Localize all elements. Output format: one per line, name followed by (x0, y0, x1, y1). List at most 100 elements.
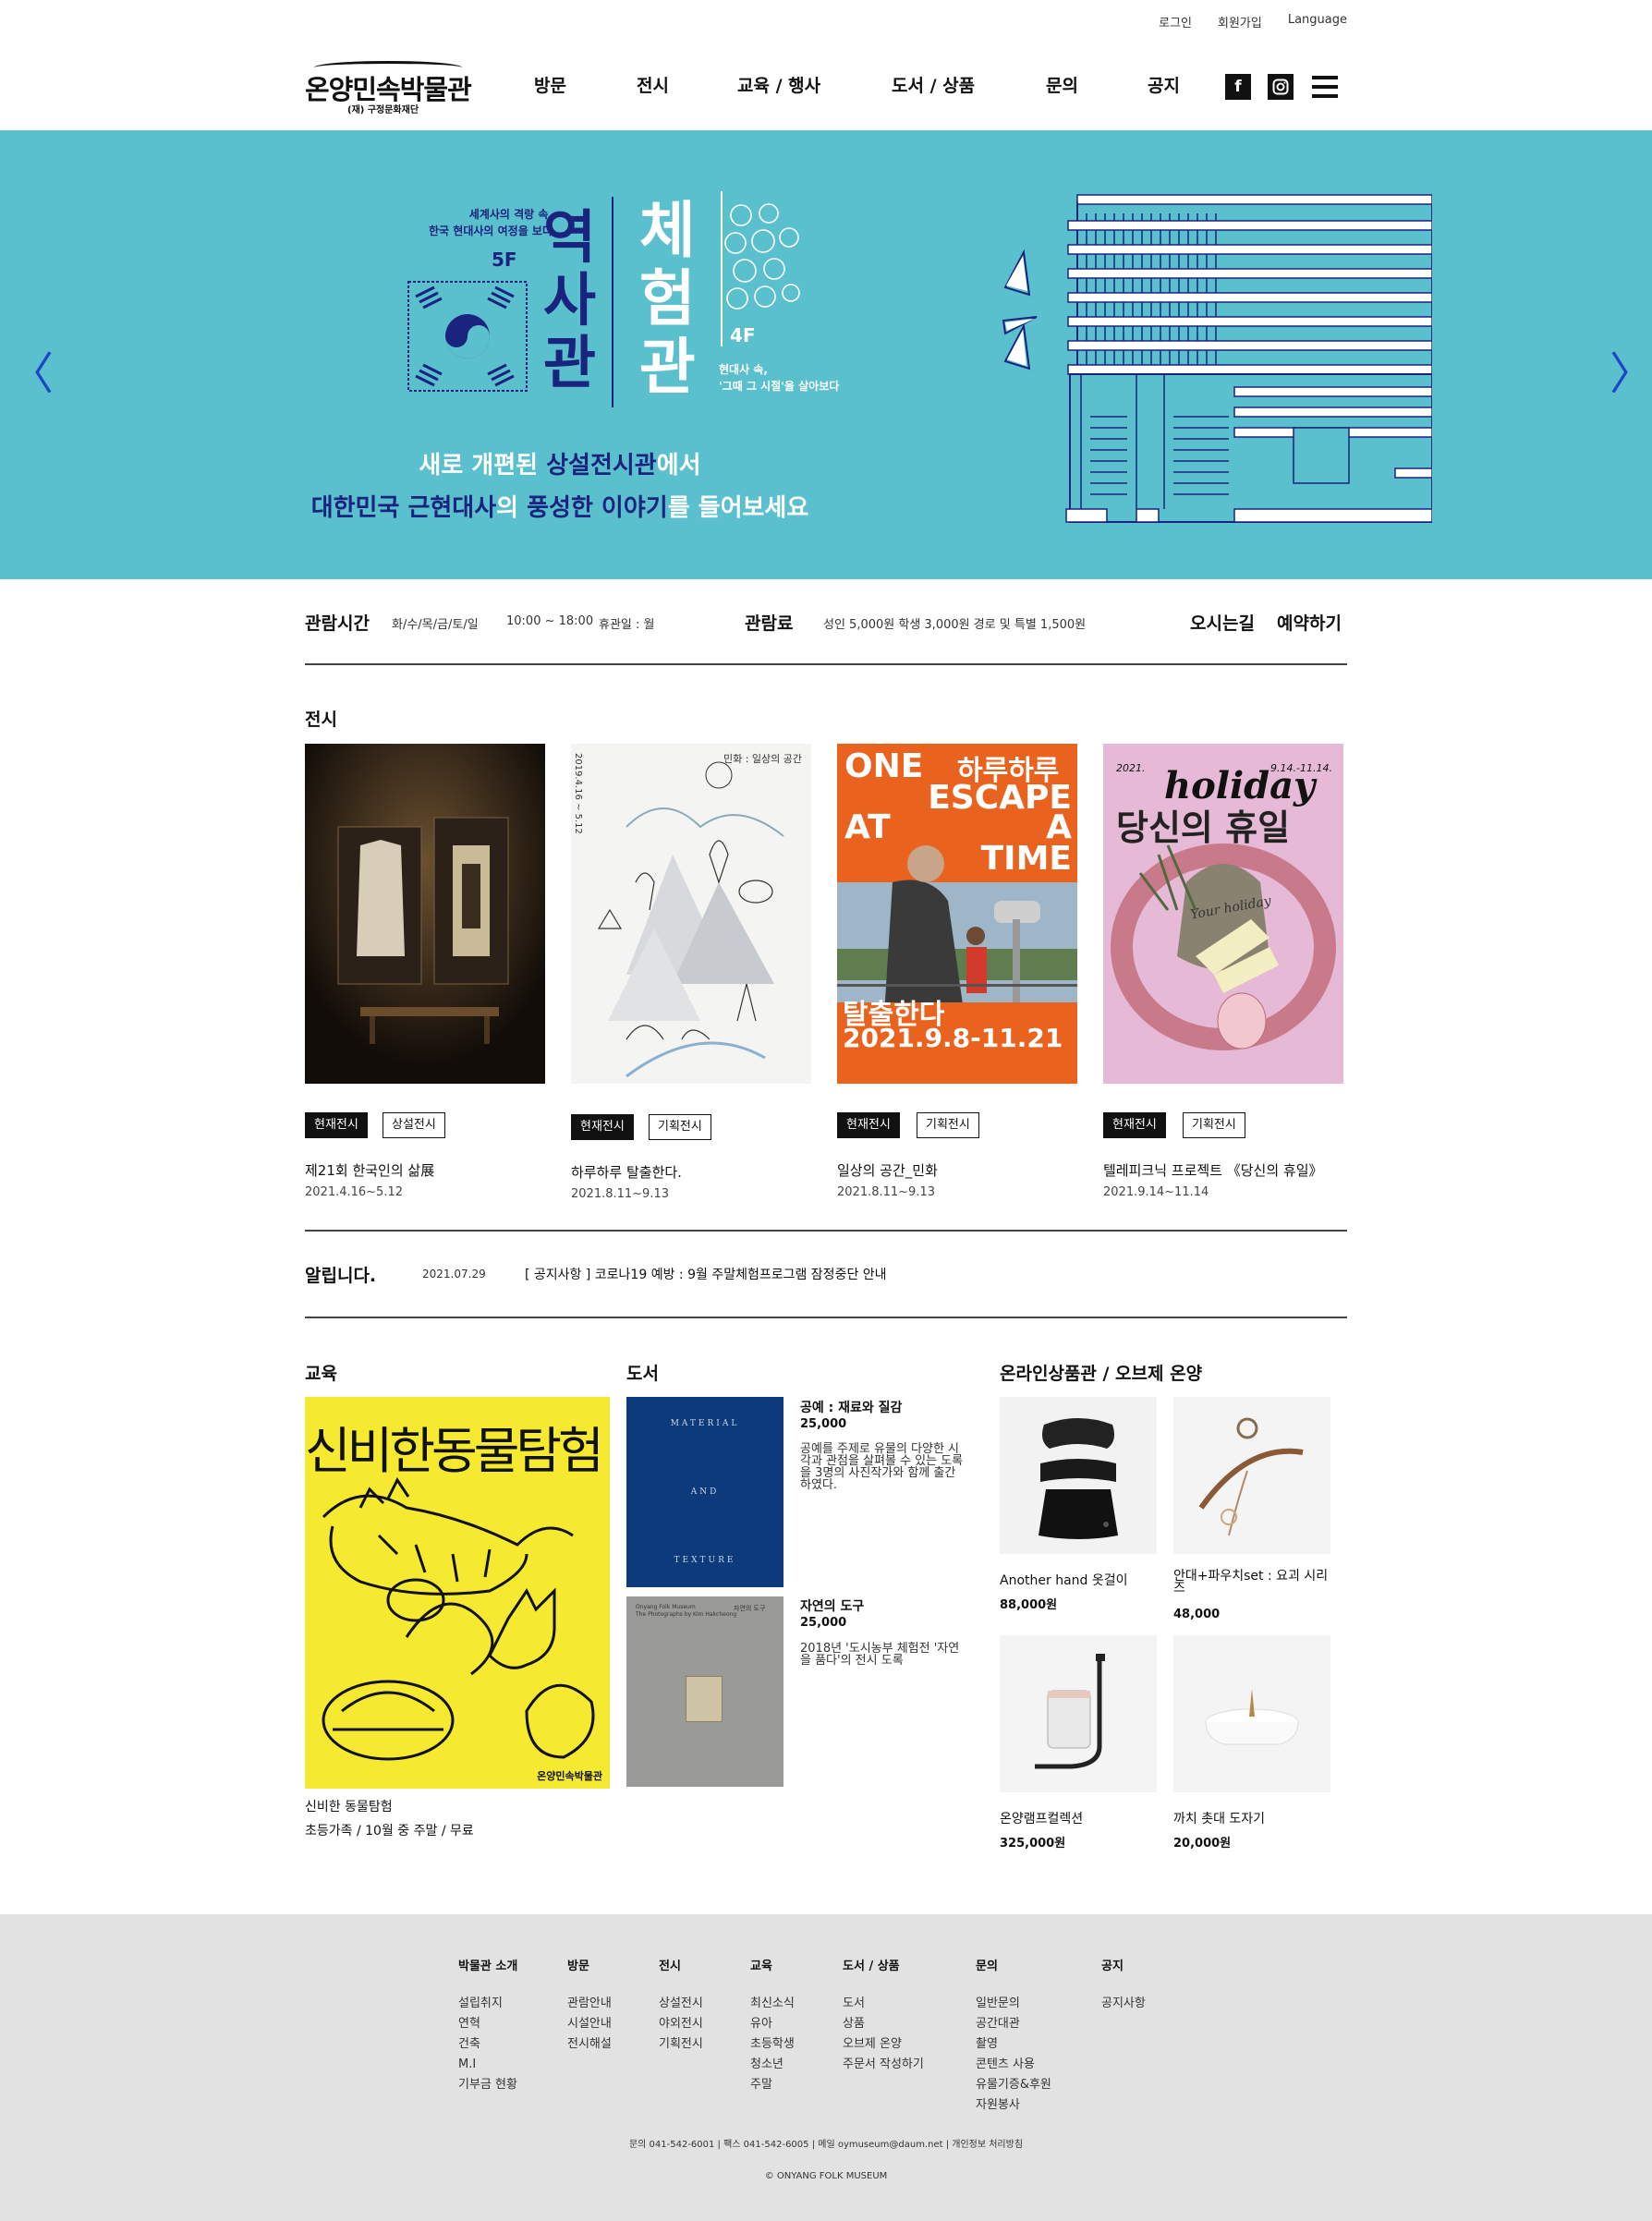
footer-link[interactable]: 오브제 온양 (843, 2034, 924, 2055)
nav-education[interactable]: 교육 / 행사 (737, 72, 892, 97)
footer-link[interactable]: 유물기증&후원 (976, 2075, 1051, 2095)
exhibit-poster-4[interactable]: 2021. 9.14.-11.14. holiday 당신의 휴일 Your h… (1103, 744, 1343, 1084)
footer-link[interactable]: 건축 (458, 2034, 517, 2055)
exhibit-poster-2[interactable]: 민화 : 일상의 공간 2019.4.16 ~ 5.12 (571, 744, 811, 1084)
tagline-2c: 풍성한 이야기 (527, 494, 668, 522)
product-image-3[interactable] (1000, 1635, 1157, 1792)
footer-link[interactable]: 기획전시 (659, 2034, 703, 2055)
login-link[interactable]: 로그인 (1159, 13, 1192, 30)
footer-link[interactable]: 도서 (843, 1994, 924, 2014)
book-title-2[interactable]: 자연의 도구 (800, 1596, 864, 1615)
education-section-title: 교육 (305, 1364, 337, 1384)
directions-link[interactable]: 오시는길 (1190, 610, 1255, 635)
flag-illustration (407, 281, 528, 392)
book-desc-1: 공예를 주제로 유물의 다양한 시각과 관점을 살펴볼 수 있는 도록을 3명의… (800, 1442, 964, 1492)
exhibit-title-2[interactable]: 하루하루 탈출한다. (571, 1162, 682, 1182)
facebook-icon[interactable]: f (1225, 74, 1251, 100)
footer-link[interactable]: 기부금 현황 (458, 2075, 517, 2095)
footer-link[interactable]: 연혁 (458, 2014, 517, 2034)
menu-icon[interactable] (1312, 76, 1338, 98)
footer-link[interactable]: 자원봉사 (976, 2095, 1051, 2116)
nav-visit[interactable]: 방문 (534, 72, 637, 97)
books-section-title: 도서 (626, 1364, 659, 1384)
shop-section-title: 온라인상품관 / 오브제 온양 (1000, 1364, 1203, 1384)
footer-col-heading: 문의 (976, 1960, 998, 1973)
tag-type-3[interactable]: 기획전시 (917, 1112, 979, 1138)
exhibit-title-3[interactable]: 일상의 공간_민화 (837, 1160, 938, 1180)
footer-link[interactable]: 일반문의 (976, 1994, 1051, 2014)
product-price-2: 48,000 (1173, 1608, 1221, 1621)
next-slide-icon[interactable]: 〉 (1609, 337, 1652, 402)
footer-link[interactable]: 전시해설 (567, 2034, 612, 2055)
cover2-object (686, 1676, 723, 1722)
tag-type-2[interactable]: 기획전시 (649, 1114, 711, 1140)
footer-link[interactable]: 야외전시 (659, 2014, 703, 2034)
nav-inquiry[interactable]: 문의 (1046, 72, 1148, 97)
product-image-4[interactable] (1173, 1635, 1330, 1792)
book-title-1[interactable]: 공예 : 재료와 질감 (800, 1398, 902, 1416)
footer-link[interactable]: 공지사항 (1101, 1994, 1146, 2014)
hanger-illustration (1198, 1417, 1304, 1536)
instagram-icon[interactable] (1268, 74, 1294, 100)
footer-col-about: 박물관 소개 설립취지 연혁 건축 M.I 기부금 현황 (458, 1957, 517, 2095)
book-price-1: 25,000 (800, 1417, 847, 1431)
footer-link[interactable]: 설립취지 (458, 1994, 517, 2014)
exhibit-poster-1[interactable] (305, 744, 545, 1084)
footer-link[interactable]: 상품 (843, 2014, 924, 2034)
product-name-1[interactable]: Another hand 옷걸이 (1000, 1571, 1128, 1589)
hero-floor-4: 4F (730, 324, 756, 346)
product-name-4[interactable]: 까치 촛대 도자기 (1173, 1809, 1265, 1827)
footer-col-exhibition: 전시 상설전시 야외전시 기획전시 (659, 1957, 703, 2055)
footer-link[interactable]: 관람안내 (567, 1994, 612, 2014)
edu-poster-brand: 온양민속박물관 (537, 1770, 602, 1782)
site-logo[interactable]: 온양민속박물관 (재) 구정문화재단 (305, 57, 472, 116)
footer-link[interactable]: 주문서 작성하기 (843, 2055, 924, 2075)
nav-exhibition[interactable]: 전시 (637, 72, 737, 97)
footer-link[interactable]: M.I (458, 2055, 517, 2075)
hero-hall-history: 역사관 (543, 203, 597, 396)
prev-slide-icon[interactable]: 〈 (9, 337, 54, 402)
notice-link[interactable]: [ 공지사항 ] 코로나19 예방 : 9월 주말체험프로그램 잠정중단 안내 (525, 1265, 887, 1283)
tag-current-3[interactable]: 현재전시 (837, 1112, 900, 1138)
product-name-2[interactable]: 안대+파우치set : 요괴 시리즈 (1173, 1570, 1330, 1595)
footer-link[interactable]: 상설전시 (659, 1994, 703, 2014)
exhibit-title-4[interactable]: 텔레피크닉 프로젝트 《당신의 휴일》 (1103, 1160, 1323, 1180)
tag-current-1[interactable]: 현재전시 (305, 1112, 368, 1138)
tag-type-1[interactable]: 상설전시 (383, 1112, 445, 1138)
education-poster[interactable]: 신비한동물탐험 온양민속박물관 (305, 1397, 610, 1789)
exhibit-title-1[interactable]: 제21회 한국인의 삶展 (305, 1160, 434, 1180)
footer-link[interactable]: 콘텐츠 사용 (976, 2055, 1051, 2075)
product-image-2[interactable] (1173, 1397, 1330, 1554)
nav-notice[interactable]: 공지 (1148, 72, 1180, 97)
hero-left-text: 세계사의 격랑 속, 한국 현대사의 여정을 보다 (429, 208, 553, 237)
footer-link[interactable]: 공간대관 (976, 2014, 1051, 2034)
tag-current-2[interactable]: 현재전시 (571, 1114, 634, 1140)
footer-link[interactable]: 초등학생 (750, 2034, 795, 2055)
footer-link[interactable]: 주말 (750, 2075, 795, 2095)
product-image-1[interactable] (1000, 1397, 1157, 1554)
book-cover-1[interactable]: MATERIAL AND TEXTURE (626, 1397, 783, 1587)
language-link[interactable]: Language (1288, 13, 1347, 30)
footer-link[interactable]: 시설안내 (567, 2014, 612, 2034)
footer-contact-info: 문의 041-542-6001 | 팩스 041-542-6005 | 메일 o… (628, 2140, 1024, 2150)
book-cover-2[interactable]: Onyang Folk Museum The Photographs by Ki… (626, 1596, 783, 1787)
join-link[interactable]: 회원가입 (1218, 13, 1262, 30)
nav-books-goods[interactable]: 도서 / 상품 (892, 72, 1046, 97)
cover2-sub: The Photographs by Kim Hakcheong (636, 1611, 737, 1618)
tag-type-4[interactable]: 기획전시 (1183, 1112, 1245, 1138)
reserve-link[interactable]: 예약하기 (1277, 610, 1342, 635)
exhibit-date-1: 2021.4.16~5.12 (305, 1185, 403, 1199)
poster2-title: 민화 : 일상의 공간 (723, 753, 802, 765)
cover2-right: 자연의 도구 (734, 1605, 766, 1612)
tagline-1c: 에서 (656, 452, 701, 479)
tag-current-4[interactable]: 현재전시 (1103, 1112, 1166, 1138)
footer-link[interactable]: 최신소식 (750, 1994, 795, 2014)
cover1-line3: TEXTURE (674, 1556, 736, 1565)
footer-link[interactable]: 유아 (750, 2014, 795, 2034)
exhibit-poster-3[interactable]: ONE 하루하루 ESCAPE AT A TIME 탈출한다 2021.9.8-… (837, 744, 1077, 1084)
footer-link[interactable]: 촬영 (976, 2034, 1051, 2055)
education-item-title[interactable]: 신비한 동물탐험 (305, 1797, 393, 1815)
footer-link[interactable]: 청소년 (750, 2055, 795, 2075)
product-name-3[interactable]: 온양램프컬렉션 (1000, 1809, 1083, 1827)
faces-illustration (724, 203, 800, 309)
